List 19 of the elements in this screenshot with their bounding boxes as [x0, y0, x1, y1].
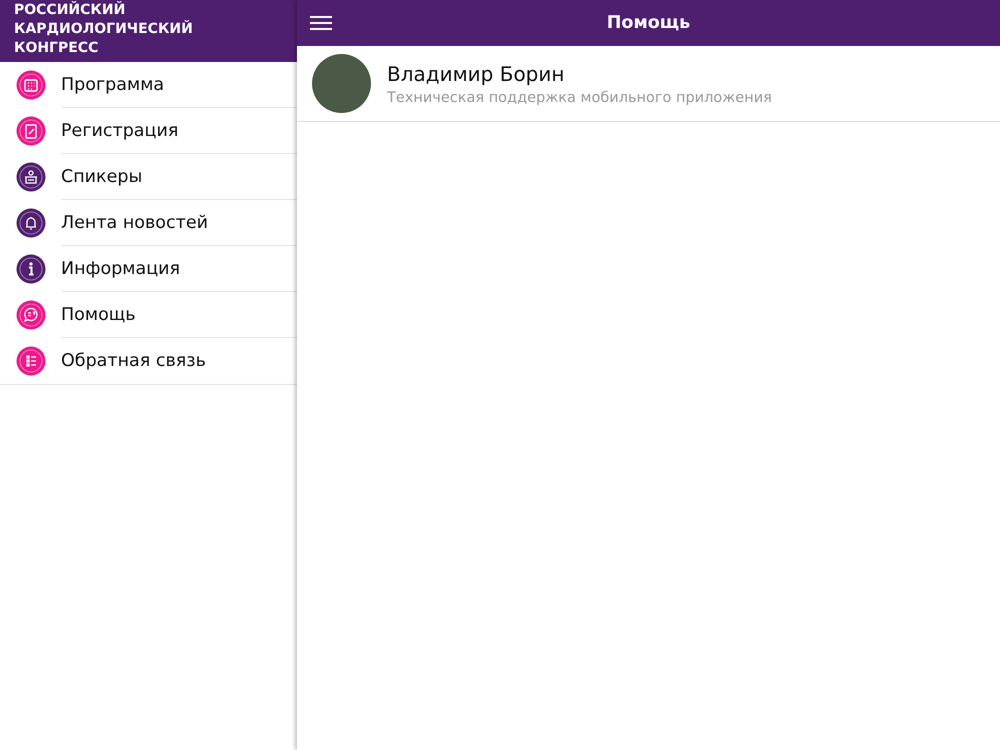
menu-item[interactable]: Обратная связь: [61, 351, 206, 371]
speaker-icon[interactable]: [16, 162, 46, 192]
page-title: Помощь: [606, 13, 692, 33]
calendar-icon[interactable]: [16, 70, 46, 100]
info-icon[interactable]: [16, 254, 46, 284]
menu-item[interactable]: Помощь: [61, 304, 136, 324]
menu-item[interactable]: Лента новостей: [61, 212, 208, 232]
menu-icon[interactable]: [310, 15, 332, 31]
contact-role: Техническая поддержка мобильного приложения: [387, 90, 772, 106]
contact-name: Владимир Борин: [387, 62, 566, 86]
menu-item[interactable]: Информация: [61, 258, 180, 278]
menu-item[interactable]: Спикеры: [61, 166, 142, 186]
bell-icon[interactable]: [16, 208, 46, 238]
menu-item[interactable]: Регистрация: [61, 120, 178, 140]
document-icon[interactable]: [16, 116, 46, 146]
chat-icon[interactable]: [16, 300, 46, 330]
app-title: РОССИЙСКИЙ КАРДИОЛОГИЧЕСКИЙ КОНГРЕСС: [0, 0, 297, 62]
menu-item[interactable]: Программа: [61, 74, 164, 94]
list-icon[interactable]: [16, 346, 46, 376]
